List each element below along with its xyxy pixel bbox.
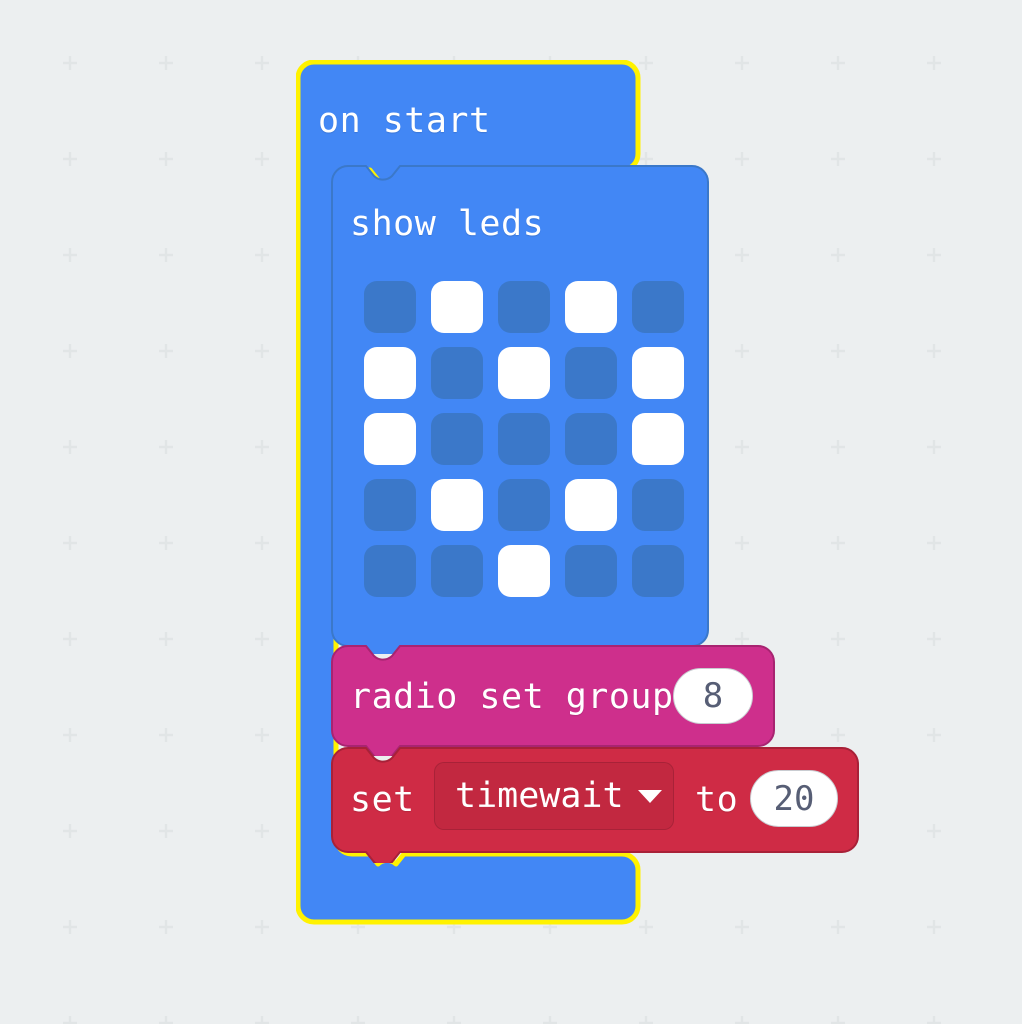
led-cell-3-0[interactable] — [364, 479, 416, 531]
show-leds-label: show leds — [350, 204, 545, 244]
led-cell-1-0[interactable] — [364, 347, 416, 399]
led-cell-3-1[interactable] — [431, 479, 483, 531]
led-cell-1-4[interactable] — [632, 347, 684, 399]
led-cell-4-2[interactable] — [498, 545, 550, 597]
block-show-leds[interactable]: show leds — [330, 164, 710, 661]
set-variable-prefix-label: set — [350, 780, 415, 820]
set-variable-number-field[interactable]: 20 — [750, 770, 838, 827]
led-cell-0-1[interactable] — [431, 281, 483, 333]
led-cell-2-3[interactable] — [565, 413, 617, 465]
block-set-variable[interactable]: set timewait to 20 — [330, 746, 860, 867]
led-cell-2-4[interactable] — [632, 413, 684, 465]
led-cell-0-2[interactable] — [498, 281, 550, 333]
radio-set-group-label: radio set group — [350, 677, 674, 717]
chevron-down-icon — [637, 789, 662, 803]
led-cell-1-3[interactable] — [565, 347, 617, 399]
radio-group-number-field[interactable]: 8 — [673, 668, 753, 724]
led-cell-4-1[interactable] — [431, 545, 483, 597]
variable-name-label: timewait — [455, 776, 624, 816]
led-cell-0-4[interactable] — [632, 281, 684, 333]
led-cell-0-3[interactable] — [565, 281, 617, 333]
variable-dropdown-field[interactable]: timewait — [434, 762, 674, 830]
block-radio-set-group[interactable]: radio set group 8 — [330, 644, 776, 761]
led-cell-3-4[interactable] — [632, 479, 684, 531]
led-cell-3-2[interactable] — [498, 479, 550, 531]
blocks-workspace[interactable]: on start show leds radio set group 8 set… — [0, 0, 1022, 1024]
led-cell-4-3[interactable] — [565, 545, 617, 597]
led-cell-4-0[interactable] — [364, 545, 416, 597]
led-matrix-field[interactable] — [364, 281, 684, 597]
led-cell-1-2[interactable] — [498, 347, 550, 399]
led-cell-2-1[interactable] — [431, 413, 483, 465]
led-cell-0-0[interactable] — [364, 281, 416, 333]
led-cell-2-0[interactable] — [364, 413, 416, 465]
set-variable-to-label: to — [695, 780, 739, 820]
led-cell-1-1[interactable] — [431, 347, 483, 399]
led-cell-3-3[interactable] — [565, 479, 617, 531]
led-cell-4-4[interactable] — [632, 545, 684, 597]
led-cell-2-2[interactable] — [498, 413, 550, 465]
on-start-label: on start — [318, 101, 491, 141]
